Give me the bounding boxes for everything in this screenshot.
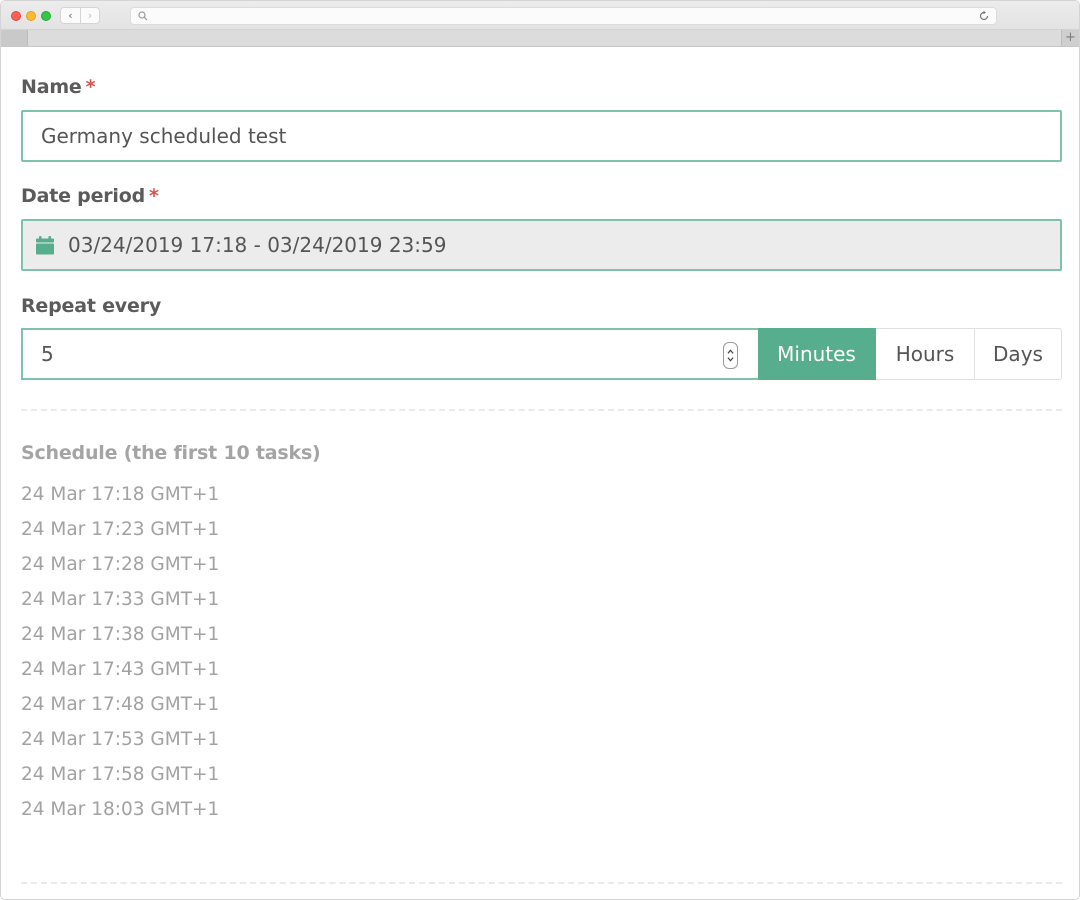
repeat-interval-value: 5	[41, 342, 54, 366]
date-period-label-text: Date period	[21, 185, 145, 207]
schedule-item: 24 Mar 18:03 GMT+1	[21, 799, 220, 820]
forward-button[interactable]: ›	[79, 8, 99, 23]
schedule-item: 24 Mar 17:43 GMT+1	[21, 659, 220, 680]
browser-window: ‹ › + Name * Germany scheduled test Date…	[0, 0, 1080, 900]
navigation-buttons: ‹ ›	[60, 7, 100, 24]
repeat-every-label-text: Repeat every	[21, 295, 162, 317]
repeat-every-label: Repeat every	[21, 295, 161, 317]
new-tab-button[interactable]: +	[1061, 30, 1079, 46]
date-period-input[interactable]: 03/24/2019 17:18 - 03/24/2019 23:59	[21, 219, 1062, 271]
tab-active[interactable]	[1, 30, 28, 46]
back-button[interactable]: ‹	[61, 8, 80, 23]
date-period-value: 03/24/2019 17:18 - 03/24/2019 23:59	[68, 233, 447, 257]
unit-days-label: Days	[993, 342, 1043, 366]
schedule-item: 24 Mar 17:28 GMT+1	[21, 554, 220, 575]
unit-hours-label: Hours	[895, 342, 955, 366]
section-divider	[21, 409, 1062, 411]
schedule-item: 24 Mar 17:38 GMT+1	[21, 624, 220, 645]
unit-minutes-label: Minutes	[777, 342, 856, 366]
unit-minutes-button[interactable]: Minutes	[758, 328, 876, 380]
reload-icon[interactable]	[978, 10, 990, 22]
repeat-interval-input[interactable]: 5	[21, 328, 758, 380]
section-divider	[21, 882, 1062, 884]
calendar-icon	[36, 235, 54, 254]
repeat-every-group: 5 Minutes Hours Days	[21, 328, 1062, 380]
name-input[interactable]: Germany scheduled test	[21, 110, 1062, 162]
address-bar[interactable]	[130, 7, 997, 25]
schedule-item: 24 Mar 17:48 GMT+1	[21, 694, 220, 715]
zoom-window-button[interactable]	[41, 11, 51, 21]
schedule-title: Schedule (the first 10 tasks)	[21, 442, 321, 464]
required-marker: *	[149, 185, 159, 207]
search-icon	[138, 11, 148, 21]
chevron-up-icon	[727, 349, 734, 354]
number-spinner[interactable]	[723, 342, 738, 369]
date-period-label: Date period *	[21, 185, 159, 207]
tab-strip: +	[1, 30, 1079, 47]
close-window-button[interactable]	[11, 11, 21, 21]
schedule-list: 24 Mar 17:18 GMT+1 24 Mar 17:23 GMT+1 24…	[21, 481, 219, 831]
name-label: Name *	[21, 76, 96, 98]
browser-toolbar: ‹ ›	[1, 1, 1079, 30]
minimize-window-button[interactable]	[26, 11, 36, 21]
schedule-item: 24 Mar 17:53 GMT+1	[21, 729, 220, 750]
schedule-item: 24 Mar 17:23 GMT+1	[21, 519, 220, 540]
unit-days-button[interactable]: Days	[975, 328, 1062, 380]
schedule-item: 24 Mar 17:58 GMT+1	[21, 764, 220, 785]
schedule-item: 24 Mar 17:18 GMT+1	[21, 484, 220, 505]
unit-hours-button[interactable]: Hours	[876, 328, 975, 380]
schedule-item: 24 Mar 17:33 GMT+1	[21, 589, 220, 610]
name-label-text: Name	[21, 76, 82, 98]
name-input-value: Germany scheduled test	[41, 124, 287, 148]
required-marker: *	[85, 76, 96, 98]
chevron-down-icon	[727, 357, 734, 362]
